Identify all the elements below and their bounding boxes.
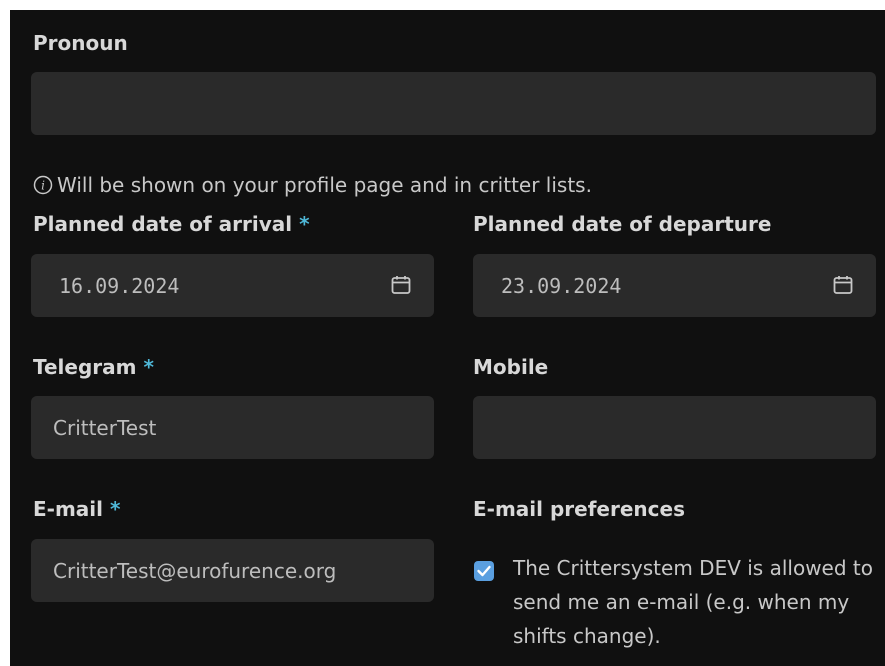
calendar-icon[interactable] bbox=[832, 274, 854, 296]
mobile-label: Mobile bbox=[473, 355, 549, 379]
pronoun-field-wrapper bbox=[31, 72, 876, 135]
email-label: E-mail * bbox=[33, 497, 121, 521]
email-input[interactable] bbox=[31, 539, 434, 602]
pronoun-hint: i Will be shown on your profile page and… bbox=[33, 172, 592, 198]
mobile-input[interactable] bbox=[473, 396, 876, 459]
departure-label: Planned date of departure bbox=[473, 212, 772, 236]
telegram-label: Telegram * bbox=[33, 355, 154, 379]
checkmark-icon bbox=[477, 565, 491, 577]
pronoun-input[interactable] bbox=[31, 72, 876, 135]
email-consent-checkbox[interactable] bbox=[474, 561, 494, 581]
arrival-field-wrapper bbox=[31, 254, 434, 317]
telegram-field-wrapper bbox=[31, 396, 434, 459]
pronoun-label: Pronoun bbox=[33, 31, 128, 55]
departure-field-wrapper bbox=[473, 254, 876, 317]
calendar-icon[interactable] bbox=[390, 274, 412, 296]
departure-date-input[interactable] bbox=[473, 254, 876, 317]
arrival-date-input[interactable] bbox=[31, 254, 434, 317]
required-marker: * bbox=[143, 355, 154, 379]
svg-text:i: i bbox=[41, 179, 45, 193]
email-field-wrapper bbox=[31, 539, 434, 602]
info-icon: i bbox=[33, 175, 53, 195]
mobile-field-wrapper bbox=[473, 396, 876, 459]
required-marker: * bbox=[299, 212, 310, 236]
email-preferences-label: E-mail preferences bbox=[473, 497, 685, 521]
email-consent-text[interactable]: The Crittersystem DEV is allowed to send… bbox=[513, 551, 873, 653]
arrival-label: Planned date of arrival * bbox=[33, 212, 310, 236]
required-marker: * bbox=[109, 497, 121, 521]
settings-form: Pronoun i Will be shown on your profile … bbox=[10, 10, 885, 666]
telegram-input[interactable] bbox=[31, 396, 434, 459]
